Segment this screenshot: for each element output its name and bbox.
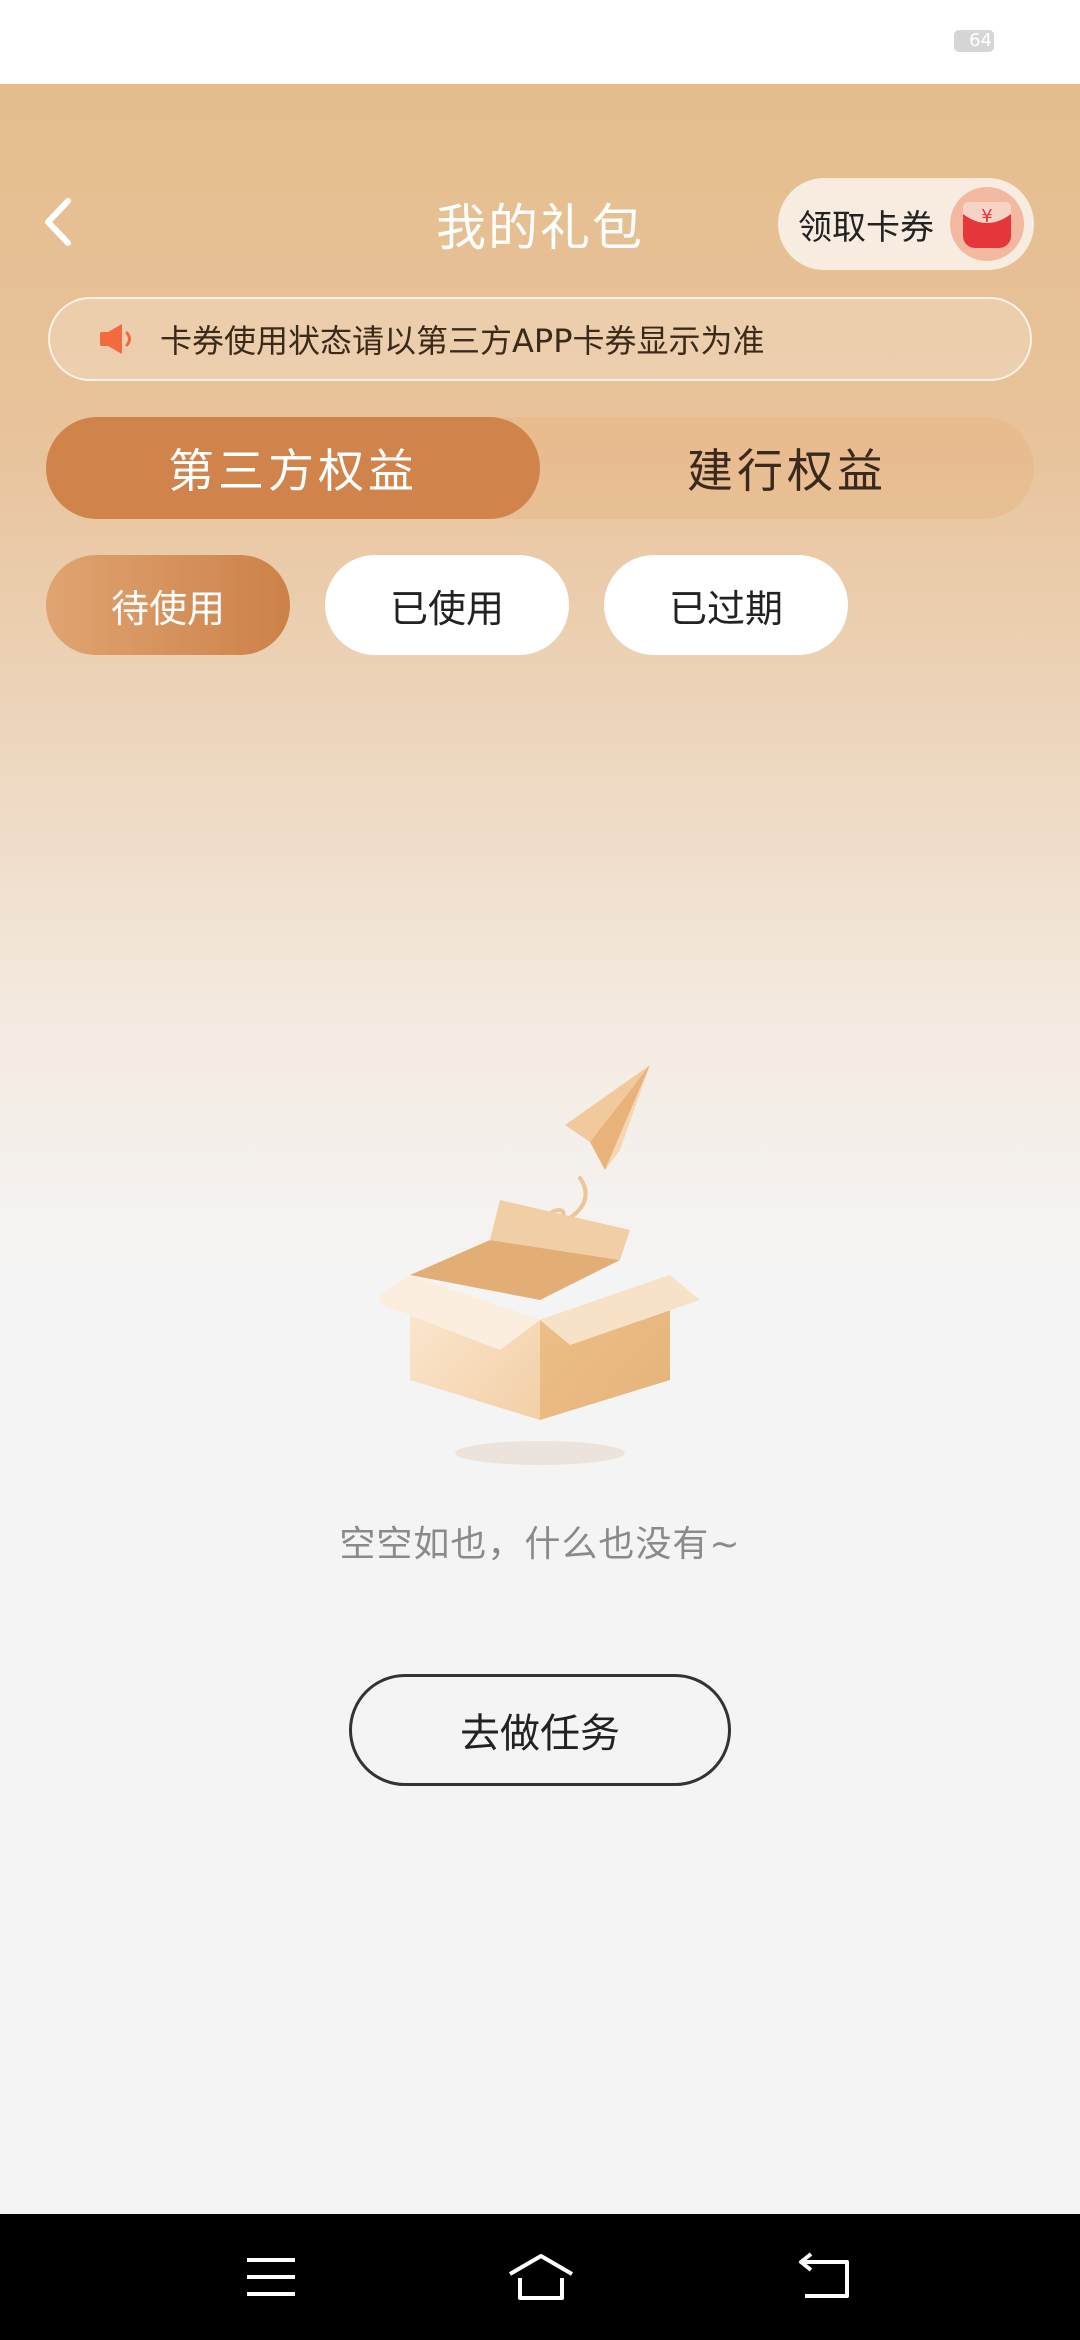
tab-third-party-benefits[interactable]: 第三方权益 [46,417,540,519]
filter-expired[interactable]: 已过期 [604,555,848,655]
red-envelope-icon: ¥ [950,187,1024,261]
notice-text: 卡券使用状态请以第三方APP卡券显示为准 [160,322,765,360]
speaker-icon [100,324,131,354]
do-tasks-button[interactable]: 去做任务 [349,1674,731,1786]
filter-unused[interactable]: 待使用 [46,555,290,655]
get-coupon-label: 领取卡券 [798,207,934,248]
notice-bar: 卡券使用状态请以第三方APP卡券显示为准 [48,297,1032,381]
filter-used[interactable]: 已使用 [325,555,569,655]
system-nav-bar [0,2214,1080,2340]
top-nav: 我的礼包 领取卡券 ¥ [0,170,1080,274]
menu-icon[interactable] [241,2250,301,2304]
tab-ccb-benefits[interactable]: 建行权益 [540,417,1034,519]
main-tab-bar: 第三方权益 建行权益 [46,417,1034,519]
battery-indicator: 64 [954,30,994,52]
empty-state-message: 空空如也，什么也没有~ [339,1524,741,1565]
get-coupon-button[interactable]: 领取卡券 ¥ [778,178,1034,270]
home-icon[interactable] [506,2250,576,2304]
status-bar: 64 [0,0,1080,84]
back-arrow-icon[interactable] [795,2250,855,2304]
coupon-symbol: ¥ [981,206,992,227]
empty-box-illustration [380,1065,700,1465]
